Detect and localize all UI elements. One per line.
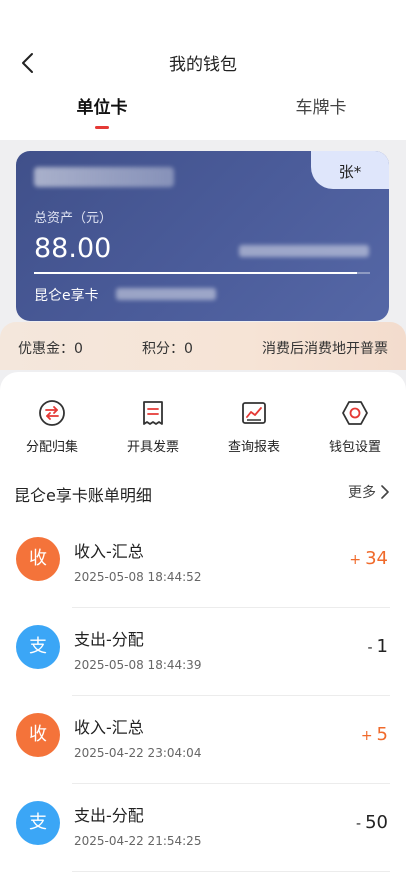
bill-row[interactable]: 支 支出-分配 2025-05-08 18:44:39 -1 — [0, 608, 406, 696]
bill-list: 收 收入-汇总 2025-05-08 18:44:52 +34 支 支出-分配 … — [0, 520, 406, 872]
query-report-button[interactable]: 查询报表 — [204, 398, 304, 455]
amount-sign: + — [360, 728, 373, 744]
bill-amount: +34 — [349, 548, 388, 569]
tab-plate-card[interactable]: 车牌卡 — [246, 92, 396, 132]
amount-value: 1 — [376, 636, 388, 657]
issue-invoice-label: 开具发票 — [126, 440, 179, 455]
bill-title: 收入-汇总 — [74, 542, 144, 561]
bill-amount: -1 — [367, 636, 388, 657]
allocate-collect-label: 分配归集 — [25, 440, 78, 455]
bill-title: 支出-分配 — [74, 630, 144, 649]
total-assets-label: 总资产（元） — [34, 211, 113, 226]
wallet-card[interactable]: 张* 总资产（元） 88.00 昆仑e享卡 — [16, 151, 389, 321]
bill-row[interactable]: 支 支出-分配 2025-04-22 21:54:25 -50 — [0, 784, 406, 872]
coupon-balance: 优惠金：0 — [18, 341, 83, 357]
amount-value: 34 — [365, 548, 388, 569]
bill-amount: +5 — [361, 724, 388, 745]
amount-value: 5 — [376, 724, 388, 745]
chevron-right-icon — [381, 485, 389, 499]
wallet-info-bar: 优惠金：0 积分：0 消费后消费地开普票 — [0, 322, 406, 370]
card-product-name: 昆仑e享卡 — [34, 288, 99, 304]
bill-title: 收入-汇总 — [74, 718, 144, 737]
wallet-settings-label: 钱包设置 — [328, 440, 381, 455]
quick-actions: 分配归集 开具发票 查询报表 钱包设置 — [0, 398, 406, 462]
balance-progress-fill — [34, 272, 357, 274]
balance-amount: 88.00 — [34, 233, 112, 264]
wallet-tabs: 单位卡 车牌卡 — [0, 92, 406, 132]
invoice-mode: 消费后消费地开普票 — [262, 341, 388, 357]
amount-sign: + — [349, 552, 362, 568]
income-badge: 收 — [16, 713, 60, 757]
row-divider — [72, 871, 390, 872]
card-title-redacted — [34, 167, 174, 187]
more-label: 更多 — [348, 485, 376, 501]
query-report-label: 查询报表 — [227, 440, 280, 455]
header: 我的钱包 单位卡 车牌卡 — [0, 0, 406, 140]
company-name-redacted — [239, 245, 369, 257]
bill-row[interactable]: 收 收入-汇总 2025-04-22 23:04:04 +5 — [0, 696, 406, 784]
points-balance: 积分：0 — [142, 341, 193, 357]
bill-time: 2025-04-22 21:54:25 — [74, 834, 202, 848]
swap-icon — [39, 400, 65, 426]
balance-progress-bar — [34, 272, 370, 274]
wallet-settings-button[interactable]: 钱包设置 — [305, 398, 405, 455]
expense-badge: 支 — [16, 625, 60, 669]
settings-icon — [342, 401, 368, 425]
bill-time: 2025-04-22 23:04:04 — [74, 746, 202, 760]
chart-icon — [242, 402, 266, 424]
more-bills-link[interactable]: 更多 — [348, 482, 390, 502]
active-tab-indicator — [95, 126, 109, 129]
amount-sign: - — [356, 816, 362, 832]
bill-title: 支出-分配 — [74, 806, 144, 825]
expense-badge: 支 — [16, 801, 60, 845]
allocate-collect-button[interactable]: 分配归集 — [2, 398, 102, 455]
bill-amount: -50 — [356, 812, 388, 833]
amount-sign: - — [367, 640, 373, 656]
income-badge: 收 — [16, 537, 60, 581]
bill-row[interactable]: 收 收入-汇总 2025-05-08 18:44:52 +34 — [0, 520, 406, 608]
issue-invoice-button[interactable]: 开具发票 — [103, 398, 203, 455]
amount-value: 50 — [365, 812, 388, 833]
invoice-icon — [143, 401, 163, 425]
card-number-redacted — [116, 288, 216, 300]
bill-time: 2025-05-08 18:44:52 — [74, 570, 202, 584]
card-holder-name: 张* — [338, 163, 362, 181]
bill-section-title: 昆仑e享卡账单明细 — [14, 486, 152, 505]
bill-time: 2025-05-08 18:44:39 — [74, 658, 202, 672]
page-title: 我的钱包 — [169, 55, 237, 75]
